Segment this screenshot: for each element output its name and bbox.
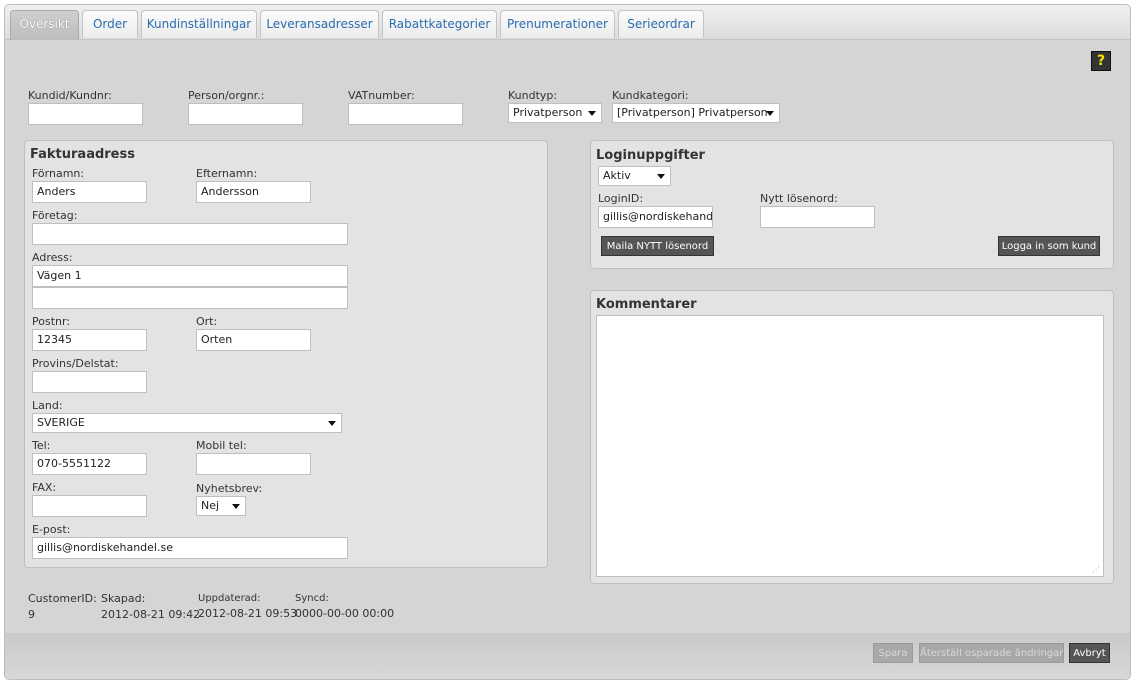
kundtyp-value: Privatperson xyxy=(513,106,583,119)
vatnumber-input[interactable] xyxy=(348,103,463,125)
postnr-label: Postnr: xyxy=(32,315,71,328)
nyhetsbrev-label: Nyhetsbrev: xyxy=(196,482,263,495)
nyhetsbrev-value: Nej xyxy=(201,499,220,512)
help-icon[interactable]: ? xyxy=(1091,51,1111,71)
postnr-input[interactable]: 12345 xyxy=(32,329,147,351)
loginid-input[interactable]: gillis@nordiskehandel. xyxy=(598,206,713,228)
nytt-losenord-label: Nytt lösenord: xyxy=(760,192,838,205)
epost-input[interactable]: gillis@nordiskehandel.se xyxy=(32,537,348,559)
fax-input[interactable] xyxy=(32,495,147,517)
land-select[interactable]: SVERIGE xyxy=(32,413,342,433)
customerid-value: 9 xyxy=(28,608,35,621)
efternamn-input[interactable]: Andersson xyxy=(196,181,311,203)
login-status-select[interactable]: Aktiv xyxy=(598,166,671,186)
logga-in-som-kund-button[interactable]: Logga in som kund xyxy=(998,236,1100,256)
kundtyp-label: Kundtyp: xyxy=(508,89,558,102)
mobil-tel-label: Mobil tel: xyxy=(196,439,247,452)
land-value: SVERIGE xyxy=(37,416,85,429)
kundkategori-select[interactable]: [Privatperson] Privatperson xyxy=(612,103,780,123)
tab-serieordrar[interactable]: Serieordrar xyxy=(618,10,704,38)
kommentarer-textarea[interactable]: ⋰ xyxy=(596,315,1104,577)
tab-oversikt[interactable]: Översikt xyxy=(10,10,79,40)
vatnumber-label: VATnumber: xyxy=(348,89,415,102)
avbryt-button[interactable]: Avbryt xyxy=(1069,643,1110,663)
customerid-label: CustomerID: xyxy=(28,592,97,605)
tab-bar: Översikt Order Kundinställningar Leveran… xyxy=(5,5,1130,40)
person-orgnr-input[interactable] xyxy=(188,103,303,125)
tel-label: Tel: xyxy=(32,439,51,452)
adress-label: Adress: xyxy=(32,251,73,264)
efternamn-label: Efternamn: xyxy=(196,167,258,180)
foretag-input[interactable] xyxy=(32,223,348,245)
tab-leveransadresser[interactable]: Leveransadresser xyxy=(260,10,379,38)
chevron-down-icon xyxy=(766,111,774,116)
syncd-value: 0000-00-00 00:00 xyxy=(295,607,395,620)
resize-handle-icon[interactable]: ⋰ xyxy=(1092,566,1100,574)
kommentarer-title: Kommentarer xyxy=(596,297,697,312)
foretag-label: Företag: xyxy=(32,209,78,222)
login-status-value: Aktiv xyxy=(603,169,631,182)
kundid-input[interactable] xyxy=(28,103,143,125)
uppdaterad-label: Uppdaterad: xyxy=(198,593,261,604)
provins-label: Provins/Delstat: xyxy=(32,357,119,370)
loginuppgifter-title: Loginuppgifter xyxy=(596,148,705,163)
spara-button[interactable]: Spara xyxy=(873,643,913,663)
fornamn-label: Förnamn: xyxy=(32,167,85,180)
fornamn-input[interactable]: Anders xyxy=(32,181,147,203)
kundkategori-value: [Privatperson] Privatperson xyxy=(617,106,768,119)
ort-input[interactable]: Orten xyxy=(196,329,311,351)
kundid-label: Kundid/Kundnr: xyxy=(28,89,112,102)
ort-label: Ort: xyxy=(196,315,218,328)
loginid-label: LoginID: xyxy=(598,192,644,205)
kundtyp-select[interactable]: Privatperson xyxy=(508,103,602,123)
fax-label: FAX: xyxy=(32,481,57,494)
nyhetsbrev-select[interactable]: Nej xyxy=(196,496,246,516)
tab-rabattkategorier[interactable]: Rabattkategorier xyxy=(382,10,497,38)
land-label: Land: xyxy=(32,399,63,412)
fakturaadress-title: Fakturaadress xyxy=(30,147,135,162)
syncd-label: Syncd: xyxy=(295,593,329,604)
maila-nytt-losenord-button[interactable]: Maila NYTT lösenord xyxy=(601,236,714,256)
aterstall-button[interactable]: Återställ osparade ändringar xyxy=(919,643,1064,663)
tel-input[interactable]: 070-5551122 xyxy=(32,453,147,475)
chevron-down-icon xyxy=(588,111,596,116)
mobil-tel-input[interactable] xyxy=(196,453,311,475)
chevron-down-icon xyxy=(232,504,240,509)
uppdaterad-value: 2012-08-21 09:53 xyxy=(198,607,298,620)
tab-order[interactable]: Order xyxy=(82,10,138,38)
kundkategori-label: Kundkategori: xyxy=(612,89,689,102)
chevron-down-icon xyxy=(657,174,665,179)
customer-editor-window: Översikt Order Kundinställningar Leveran… xyxy=(4,4,1131,680)
skapad-label: Skapad: xyxy=(101,592,146,605)
person-orgnr-label: Person/orgnr.: xyxy=(188,89,265,102)
skapad-value: 2012-08-21 09:42 xyxy=(101,608,201,621)
adress-line2-input[interactable] xyxy=(32,287,348,309)
tab-prenumerationer[interactable]: Prenumerationer xyxy=(500,10,615,38)
tab-kundinstallningar[interactable]: Kundinställningar xyxy=(141,10,257,38)
nytt-losenord-input[interactable] xyxy=(760,206,875,228)
adress-line1-input[interactable]: Vägen 1 xyxy=(32,265,348,287)
chevron-down-icon xyxy=(328,421,336,426)
epost-label: E-post: xyxy=(32,523,71,536)
provins-input[interactable] xyxy=(32,371,147,393)
